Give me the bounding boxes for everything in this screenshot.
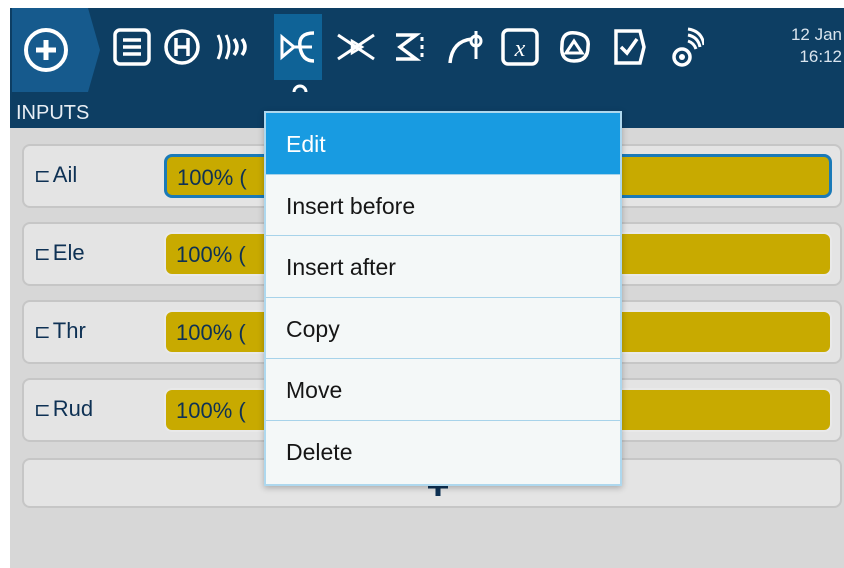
global-variables-icon[interactable]: x: [496, 14, 544, 80]
time-label: 16:12: [799, 47, 842, 66]
top-toolbar: x 12 Jan 16:12: [10, 8, 844, 92]
input-name-label: Ail: [52, 162, 78, 187]
input-icon: ⊏: [34, 320, 51, 343]
input-name: ⊏ Thr: [34, 318, 86, 344]
telemetry-icon[interactable]: [658, 14, 706, 80]
screen: x 12 Jan 16:12 INPUTS ⊏ Ail 100% (⊏ Ele…: [10, 8, 844, 568]
special-functions-icon[interactable]: [604, 14, 652, 80]
input-name-label: Thr: [52, 318, 86, 343]
curves-icon[interactable]: [442, 14, 490, 80]
heli-icon[interactable]: [158, 14, 206, 80]
logical-switches-icon[interactable]: [550, 14, 598, 80]
flight-modes-icon[interactable]: [208, 14, 256, 80]
input-name: ⊏ Ail: [34, 162, 77, 188]
home-icon[interactable]: [12, 8, 100, 92]
date-time: 12 Jan 16:12: [782, 24, 842, 68]
menu-item-copy[interactable]: Copy: [266, 298, 620, 359]
svg-text:x: x: [514, 36, 526, 62]
input-icon: ⊏: [34, 242, 51, 265]
date-label: 12 Jan: [790, 25, 842, 44]
outputs-icon[interactable]: [388, 14, 436, 80]
input-name-label: Ele: [52, 240, 85, 265]
mixer-icon[interactable]: [332, 14, 380, 80]
input-name: ⊏ Rud: [34, 396, 93, 422]
input-name-label: Rud: [52, 396, 94, 421]
menu-item-insert-before[interactable]: Insert before: [266, 175, 620, 236]
context-menu: Edit Insert before Insert after Copy Mov…: [264, 111, 622, 486]
section-title: INPUTS: [16, 102, 90, 124]
menu-item-insert-after[interactable]: Insert after: [266, 236, 620, 298]
list-icon[interactable]: [108, 14, 156, 80]
menu-item-delete[interactable]: Delete: [266, 421, 620, 483]
input-name: ⊏ Ele: [34, 240, 85, 266]
input-icon: ⊏: [34, 164, 51, 187]
menu-item-edit[interactable]: Edit: [266, 113, 620, 175]
input-icon: ⊏: [34, 398, 51, 421]
menu-item-move[interactable]: Move: [266, 359, 620, 421]
inputs-icon[interactable]: [274, 14, 322, 80]
